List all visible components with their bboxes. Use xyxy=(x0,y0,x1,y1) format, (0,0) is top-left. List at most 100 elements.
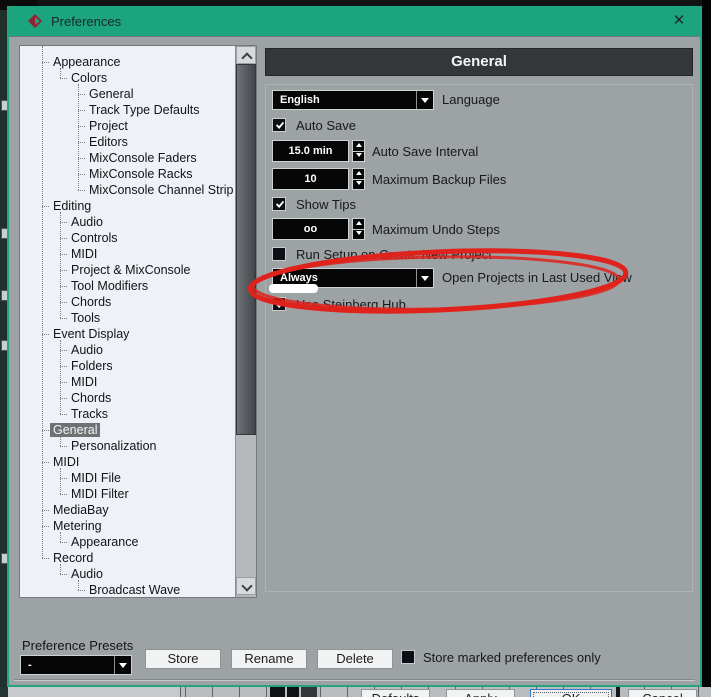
background-app-right-strip xyxy=(702,0,711,697)
tree-item-appearance[interactable]: Appearance xyxy=(20,534,141,550)
tree-item-mixconsole-faders[interactable]: MixConsole Faders xyxy=(20,150,200,166)
tree-item-label: Tracks xyxy=(71,407,109,421)
tree-guide-line xyxy=(78,580,79,590)
tree-item-broadcast-wave[interactable]: Broadcast Wave xyxy=(20,582,183,597)
checkbox-use-steinberg-hub[interactable] xyxy=(272,297,286,311)
tree-item-controls[interactable]: Controls xyxy=(20,230,121,246)
tree-item-event-display[interactable]: Event Display xyxy=(20,326,132,342)
tree-item-label: Tool Modifiers xyxy=(71,279,149,293)
tree-item-editing[interactable]: Editing xyxy=(20,198,94,214)
scrollbar-down-button[interactable] xyxy=(236,577,256,595)
background-app-top-strip xyxy=(0,0,711,5)
checkbox-show-tips[interactable] xyxy=(272,197,286,211)
dropdown-value: English xyxy=(280,94,320,106)
tree-item-label: Colors xyxy=(71,71,108,85)
tree-item-audio[interactable]: Audio xyxy=(20,214,106,230)
setting-label: Maximum Undo Steps xyxy=(372,222,500,237)
tree-item-label: Project & MixConsole xyxy=(71,263,191,277)
tree-item-audio[interactable]: Audio xyxy=(20,342,106,358)
tree-item-midi-filter[interactable]: MIDI Filter xyxy=(20,486,132,502)
checkbox-auto-save[interactable] xyxy=(272,118,286,132)
tree-guide-line xyxy=(60,468,61,494)
panel-title: General xyxy=(265,48,693,76)
tree-item-tools[interactable]: Tools xyxy=(20,310,103,326)
cancel-button[interactable]: Cancel xyxy=(628,689,697,697)
spinner-down-icon[interactable] xyxy=(353,151,364,161)
store-button[interactable]: Store xyxy=(145,649,221,669)
chevron-down-icon[interactable] xyxy=(416,91,433,109)
tree-item-label: General xyxy=(89,87,134,101)
tree-item-mediabay[interactable]: MediaBay xyxy=(20,502,112,518)
tree-item-appearance[interactable]: Appearance xyxy=(20,54,123,70)
spinner-down-icon[interactable] xyxy=(353,229,364,239)
tree-item-label: Appearance xyxy=(53,55,121,69)
spinner-maximum-backup-files[interactable]: 10 xyxy=(272,168,349,190)
tree-item-mixconsole-racks[interactable]: MixConsole Racks xyxy=(20,166,196,182)
tree-item-chords[interactable]: Chords xyxy=(20,390,114,406)
tree-item-label: MIDI Filter xyxy=(71,487,129,501)
tree-item-label: Controls xyxy=(71,231,118,245)
spinner-auto-save-interval[interactable]: 15.0 min xyxy=(272,140,349,162)
general-settings-group: English Language Auto Save 15.0 min Auto … xyxy=(265,84,693,592)
spinner-arrows[interactable] xyxy=(352,218,365,240)
tree-item-label: Folders xyxy=(71,359,113,373)
tree-item-personalization[interactable]: Personalization xyxy=(20,438,159,454)
preference-presets-select[interactable]: - xyxy=(20,655,132,675)
scrollbar-thumb[interactable] xyxy=(236,64,256,435)
tree-item-label: MixConsole Channel Strip xyxy=(89,183,234,197)
preferences-tree-panel: Appearance Colors General Track Type Defaul… xyxy=(19,45,257,598)
tree-item-label: Project xyxy=(89,119,128,133)
tree-item-mixconsole-channel-strip[interactable]: MixConsole Channel Strip xyxy=(20,182,235,198)
defaults-button[interactable]: Defaults xyxy=(361,689,430,697)
window-title: Preferences xyxy=(51,14,122,29)
tree-item-label: Audio xyxy=(71,567,103,581)
background-ruler-corner xyxy=(0,687,8,697)
dropdown-language[interactable]: English xyxy=(272,90,434,110)
tree-item-label: Metering xyxy=(53,519,102,533)
rename-button[interactable]: Rename xyxy=(231,649,307,669)
tree-guide-line xyxy=(60,212,61,318)
tree-item-project-mixconsole[interactable]: Project & MixConsole xyxy=(20,262,194,278)
delete-button[interactable]: Delete xyxy=(317,649,393,669)
tree-item-audio[interactable]: Audio xyxy=(20,566,106,582)
setting-label: Run Setup on Create New Project xyxy=(296,247,492,262)
tree-guide-line xyxy=(60,68,61,78)
tree-item-label: MIDI File xyxy=(71,471,121,485)
tree-item-label: Editing xyxy=(53,199,92,213)
checkbox-store-marked-preferences-only[interactable] xyxy=(401,650,415,664)
tree-guide-line xyxy=(60,340,61,414)
tree-item-editors[interactable]: Editors xyxy=(20,134,131,150)
spinner-down-icon[interactable] xyxy=(353,179,364,189)
preferences-dialog: Preferences ✕ Appearance Colors General Tra… xyxy=(7,6,702,697)
tree-item-chords[interactable]: Chords xyxy=(20,294,114,310)
scrollbar-up-button[interactable] xyxy=(236,46,256,64)
tree-item-metering[interactable]: Metering xyxy=(20,518,105,534)
checkbox-run-setup-on-create-new-project[interactable] xyxy=(272,247,286,261)
ok-button[interactable]: OK xyxy=(530,689,612,697)
spinner-arrows[interactable] xyxy=(352,140,365,162)
tree-item-label: Audio xyxy=(71,343,103,357)
tree-item-label: Personalization xyxy=(71,439,157,453)
setting-label: Use Steinberg Hub xyxy=(296,297,406,312)
tree-item-label: Record xyxy=(53,551,94,565)
tree-item-label: Audio xyxy=(71,215,103,229)
tree-item-midi[interactable]: MIDI xyxy=(20,454,82,470)
titlebar[interactable]: Preferences ✕ xyxy=(9,6,700,36)
tree-item-label: General xyxy=(50,423,101,437)
apply-button[interactable]: Apply xyxy=(446,689,515,697)
close-icon[interactable]: ✕ xyxy=(668,11,690,31)
spinner-arrows[interactable] xyxy=(352,168,365,190)
tree-item-folders[interactable]: Folders xyxy=(20,358,116,374)
tree-item-track-type-defaults[interactable]: Track Type Defaults xyxy=(20,102,202,118)
setting-label: Language xyxy=(442,92,500,107)
tree-item-project[interactable]: Project xyxy=(20,118,131,134)
spinner-maximum-undo-steps[interactable]: oo xyxy=(272,218,349,240)
tree-item-tool-modifiers[interactable]: Tool Modifiers xyxy=(20,278,151,294)
tree-item-midi-file[interactable]: MIDI File xyxy=(20,470,124,486)
tree-item-colors[interactable]: Colors xyxy=(20,70,110,86)
tree-scrollbar[interactable] xyxy=(235,46,256,597)
tree-item-record[interactable]: Record xyxy=(20,550,96,566)
chevron-down-icon[interactable] xyxy=(416,269,433,287)
chevron-down-icon[interactable] xyxy=(114,656,131,674)
tree-item-tracks[interactable]: Tracks xyxy=(20,406,111,422)
